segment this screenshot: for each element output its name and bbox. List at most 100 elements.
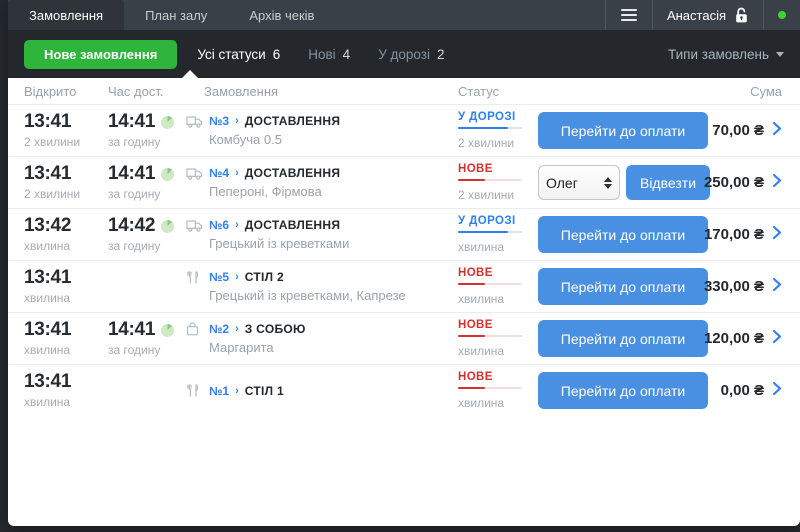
col-header-order: Замовлення [186, 84, 458, 99]
truck-icon [186, 115, 204, 128]
table-row[interactable]: 13:41хвилина№5›СТІЛ 2Грецький із креветк… [8, 260, 800, 312]
table-row[interactable]: 13:42хвилина14:42за годину№6›ДОСТАВЛЕННЯ… [8, 208, 800, 260]
status-progress-bar [458, 283, 522, 285]
chevron-right-small-icon: › [235, 115, 239, 127]
active-filter-pointer [182, 70, 198, 78]
status-cell: У ДОРОЗІхвилина [458, 215, 538, 254]
order-amount: 170,00 ₴ [704, 226, 764, 243]
eta-time: 14:42 [108, 216, 155, 236]
status-badge: НОВЕ [458, 319, 538, 331]
courier-select-value: Олег [546, 175, 578, 191]
order-types-dropdown[interactable]: Типи замовлень [668, 47, 784, 62]
eta-line: 14:42 [108, 216, 186, 236]
order-number: №4 [209, 166, 229, 180]
status-badge: У ДОРОЗІ [458, 215, 538, 227]
eta-note: за годину [108, 239, 186, 253]
filter-count: 6 [273, 47, 281, 62]
order-line: №4 › ДОСТАВЛЕННЯ [186, 166, 458, 180]
eta-note: за годину [108, 187, 186, 201]
amount-cell: 330,00 ₴ [716, 277, 796, 297]
opened-cell: 13:412 хвилини [24, 164, 108, 201]
chevron-right-small-icon: › [235, 219, 239, 231]
opened-elapsed: хвилина [24, 291, 108, 305]
status-elapsed: 2 хвилини [458, 136, 538, 150]
status-progress-fill [458, 127, 508, 129]
eta-time: 14:41 [108, 164, 155, 184]
eta-line: 14:41 [108, 320, 186, 340]
chevron-right-icon[interactable] [772, 173, 782, 193]
chevron-right-icon[interactable] [772, 381, 782, 401]
eta-cell: 14:41за годину [108, 320, 186, 357]
col-header-opened: Відкрито [24, 84, 108, 99]
order-cell: №6›ДОСТАВЛЕННЯГрецький із креветками [186, 218, 458, 251]
courier-select[interactable]: Олег [538, 165, 620, 200]
tab-floor-plan[interactable]: План залу [124, 0, 228, 30]
order-type-label: ДОСТАВЛЕННЯ [245, 166, 341, 180]
eta-cell: 14:41за годину [108, 112, 186, 149]
order-number: №1 [209, 384, 229, 398]
status-progress-bar [458, 335, 522, 337]
eta-line: 14:41 [108, 112, 186, 132]
status-progress-fill [458, 283, 485, 285]
new-order-button[interactable]: Нове замовлення [24, 40, 177, 69]
amount-cell: 70,00 ₴ [716, 121, 796, 141]
order-items: Грецький із креветками, Капрезе [209, 288, 458, 303]
order-items: Маргарита [209, 340, 458, 355]
filter-all-statuses[interactable]: Усі статуси 6 [197, 47, 280, 62]
order-amount: 120,00 ₴ [704, 330, 764, 347]
order-type-label: ДОСТАВЛЕННЯ [245, 218, 341, 232]
opened-elapsed: хвилина [24, 395, 108, 409]
select-arrows-icon [604, 177, 612, 189]
order-number: №2 [209, 322, 229, 336]
amount-cell: 250,00 ₴ [716, 173, 796, 193]
table-row[interactable]: 13:41хвилина14:41за годину№2›З СОБОЮМарг… [8, 312, 800, 364]
action-cell: Перейти до оплати [538, 268, 716, 305]
table-header-row: Відкрито Час дост. Замовлення Статус Сум… [8, 78, 800, 104]
col-header-eta: Час дост. [108, 84, 186, 99]
chevron-right-icon[interactable] [772, 277, 782, 297]
pay-button[interactable]: Перейти до оплати [538, 320, 708, 357]
user-name: Анастасія [667, 8, 726, 23]
table-row[interactable]: 13:412 хвилини14:41за годину№3›ДОСТАВЛЕН… [8, 104, 800, 156]
status-progress-bar [458, 127, 522, 129]
status-progress-bar [458, 179, 522, 181]
pay-button[interactable]: Перейти до оплати [538, 268, 708, 305]
filter-new[interactable]: Нові 4 [308, 47, 350, 62]
status-progress-fill [458, 387, 485, 389]
col-header-sum: Сума [716, 84, 796, 99]
filter-label: У дорозі [378, 47, 430, 62]
order-line: №6›ДОСТАВЛЕННЯ [186, 218, 458, 232]
table-row[interactable]: 13:41хвилина№1›СТІЛ 1НОВЕхвилинаПерейти … [8, 364, 800, 416]
chevron-right-icon[interactable] [772, 121, 782, 141]
topbar-controls: Анастасія [605, 0, 800, 30]
table-row[interactable]: 13:412 хвилини14:41 за годину №4 › ДОСТАВЛЕН… [8, 156, 800, 208]
chevron-right-icon[interactable] [772, 329, 782, 349]
chevron-right-small-icon: › [235, 167, 239, 179]
chevron-down-icon [776, 52, 784, 57]
order-cell: №4›ДОСТАВЛЕННЯПепероні, Фірмова [186, 166, 458, 199]
pay-button[interactable]: Перейти до оплати [538, 216, 708, 253]
status-progress-fill [458, 179, 485, 181]
truck-icon [186, 167, 204, 180]
pay-button[interactable]: Перейти до оплати [538, 372, 708, 409]
deliver-button[interactable]: Відвезти [626, 165, 710, 200]
top-navigation-bar: Замовлення План залу Архів чеків Анастас… [8, 0, 800, 30]
status-filters: Усі статуси 6 Нові 4 У дорозі 2 [197, 47, 444, 62]
opened-elapsed: 2 хвилини [24, 135, 108, 149]
timer-icon [161, 168, 174, 181]
chevron-right-icon[interactable] [772, 225, 782, 245]
amount-cell: 170,00 ₴ [716, 225, 796, 245]
status-badge: НОВЕ [458, 163, 538, 175]
tab-receipts-archive[interactable]: Архів чеків [228, 0, 335, 30]
user-account-button[interactable]: Анастасія [653, 0, 763, 30]
order-amount: 70,00 ₴ [712, 122, 764, 139]
tab-orders[interactable]: Замовлення [8, 0, 124, 30]
hamburger-menu-icon[interactable] [606, 0, 652, 30]
order-line: №1›СТІЛ 1 [186, 384, 458, 398]
pay-button[interactable]: Перейти до оплати [538, 112, 708, 149]
opened-time: 13:41 [24, 112, 108, 132]
action-cell: Перейти до оплати [538, 320, 716, 357]
eta-cell: 14:42 за годину [108, 216, 186, 253]
filter-in-transit[interactable]: У дорозі 2 [378, 47, 444, 62]
status-elapsed: хвилина [458, 396, 538, 410]
